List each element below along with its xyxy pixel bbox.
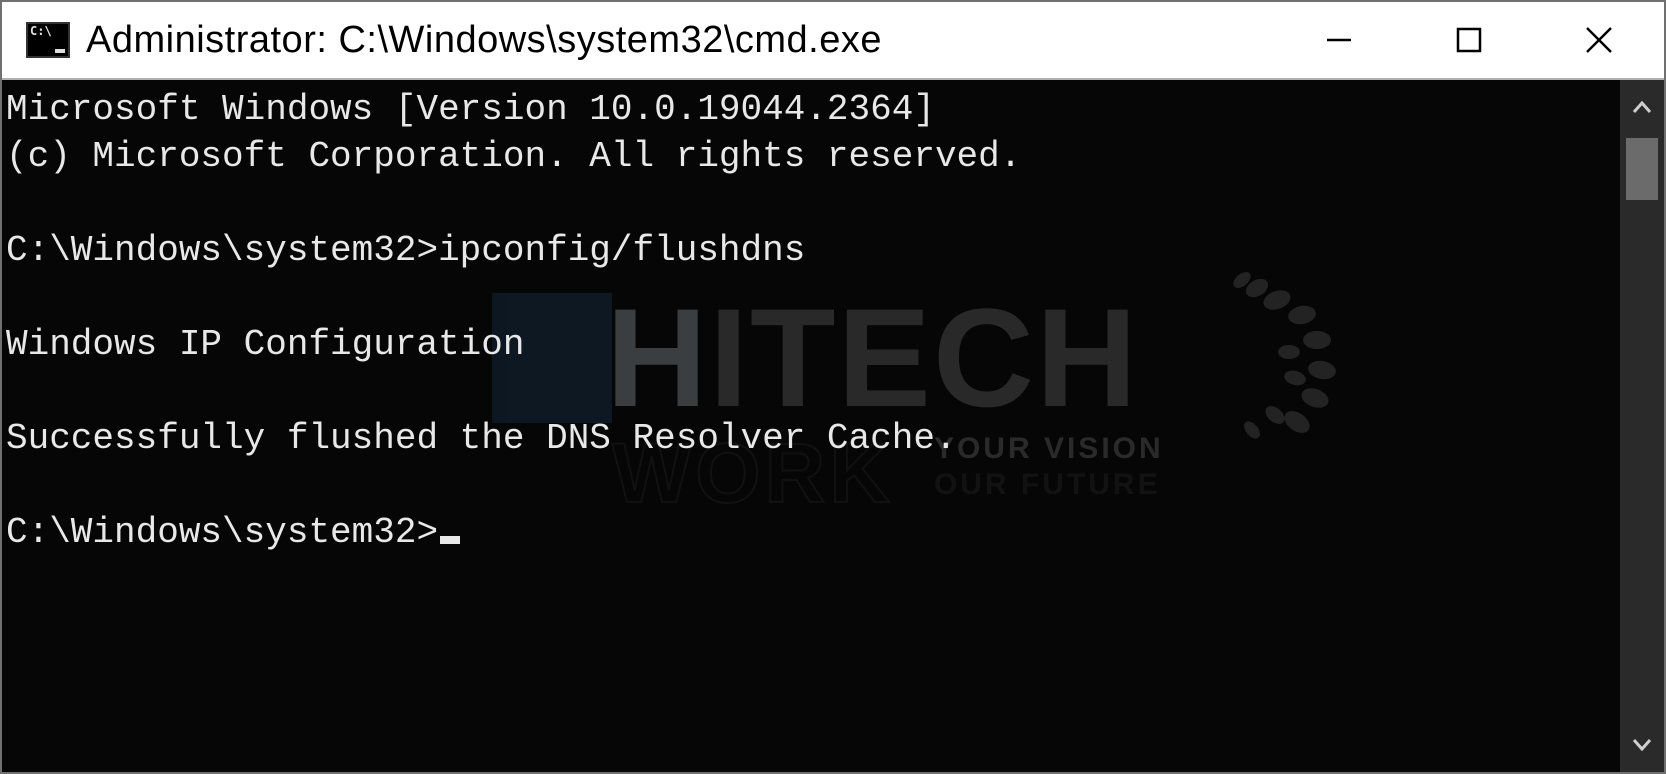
chevron-up-icon [1631, 97, 1653, 119]
cmd-window: C:\ Administrator: C:\Windows\system32\c… [0, 0, 1666, 774]
close-button[interactable] [1534, 2, 1664, 78]
minimize-icon [1322, 23, 1356, 57]
terminal-line: (c) Microsoft Corporation. All rights re… [6, 136, 1021, 177]
close-icon [1582, 23, 1616, 57]
cursor-icon [440, 536, 460, 544]
terminal-line: Microsoft Windows [Version 10.0.19044.23… [6, 89, 935, 130]
minimize-button[interactable] [1274, 2, 1404, 78]
terminal-line: C:\Windows\system32>ipconfig/flushdns [6, 230, 805, 271]
maximize-button[interactable] [1404, 2, 1534, 78]
terminal-line: Windows IP Configuration [6, 324, 524, 365]
client-area: HITECH [2, 80, 1664, 772]
scroll-down-button[interactable] [1620, 716, 1664, 772]
scrollbar-thumb[interactable] [1626, 138, 1658, 200]
terminal-output[interactable]: Microsoft Windows [Version 10.0.19044.23… [2, 80, 1620, 772]
scroll-up-button[interactable] [1620, 80, 1664, 136]
maximize-icon [1454, 25, 1484, 55]
titlebar: C:\ Administrator: C:\Windows\system32\c… [2, 2, 1664, 80]
window-controls [1274, 2, 1664, 78]
cmd-icon: C:\ [26, 22, 70, 58]
terminal-line: Successfully flushed the DNS Resolver Ca… [6, 418, 957, 459]
vertical-scrollbar[interactable] [1620, 80, 1664, 772]
window-title: Administrator: C:\Windows\system32\cmd.e… [86, 19, 882, 62]
chevron-down-icon [1631, 733, 1653, 755]
terminal-prompt: C:\Windows\system32> [6, 512, 438, 553]
